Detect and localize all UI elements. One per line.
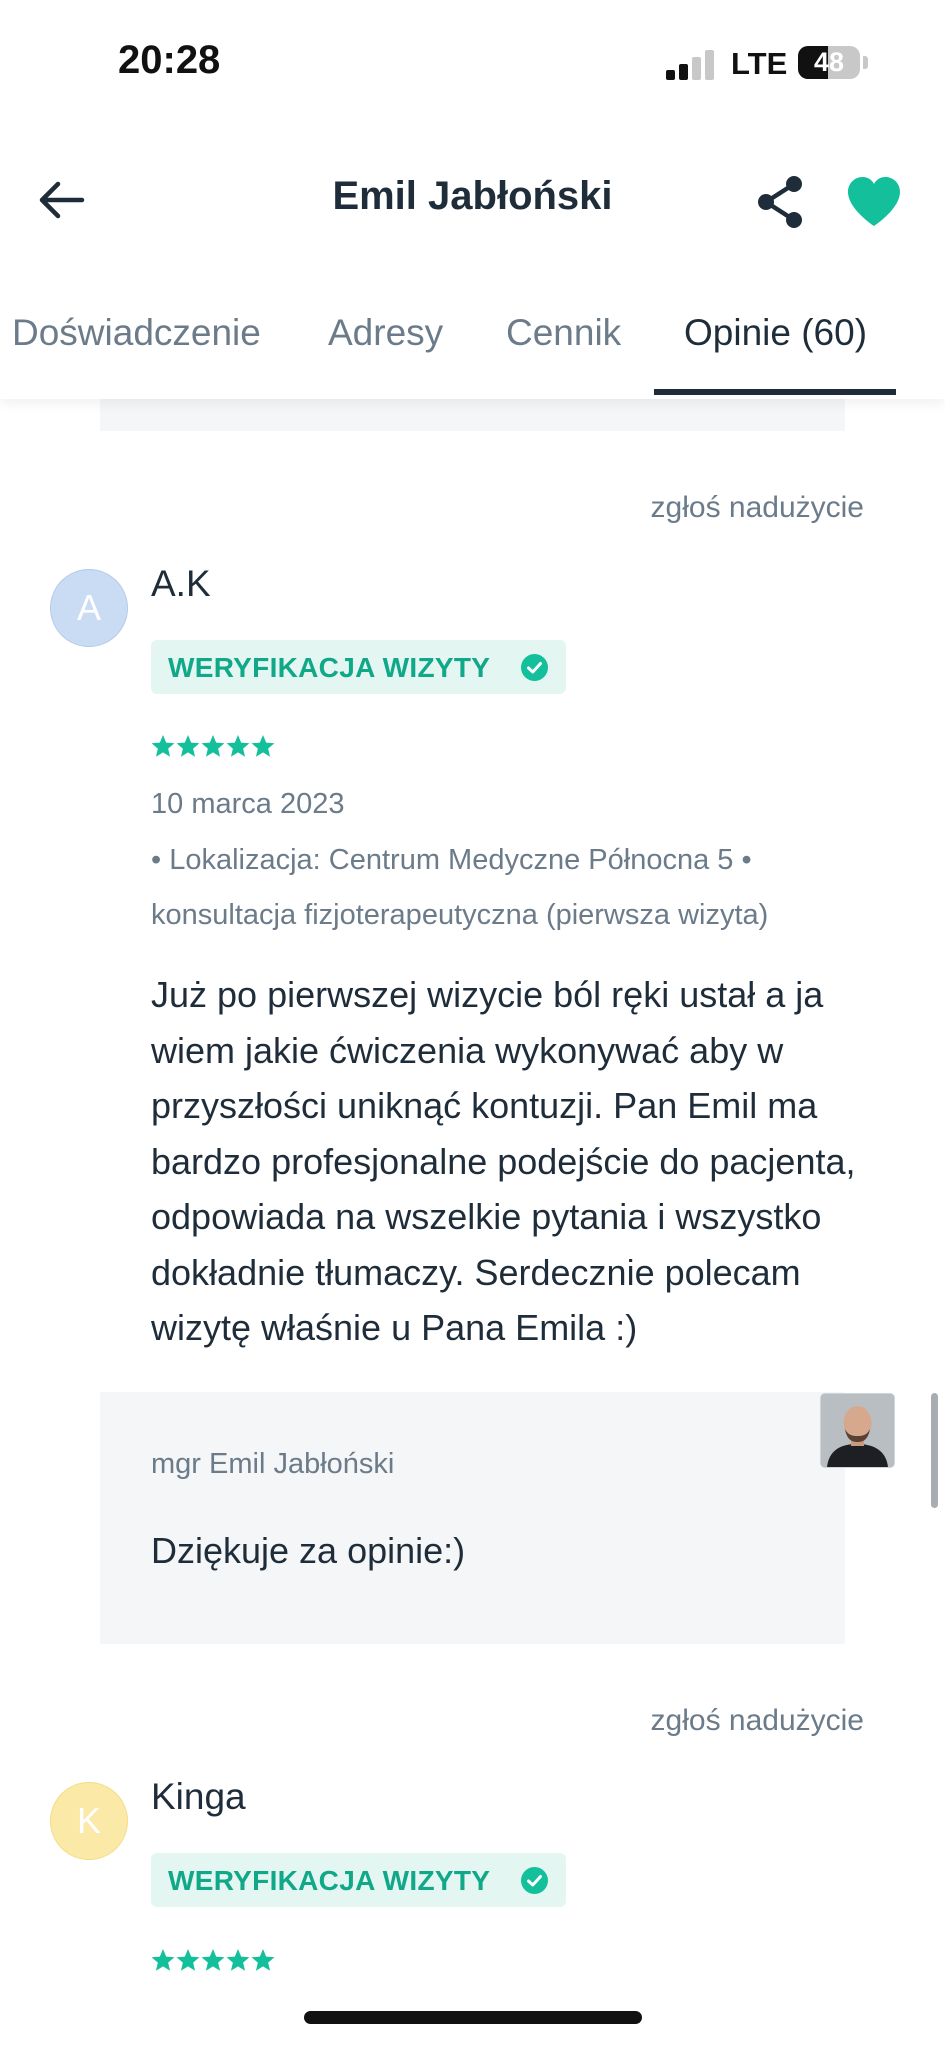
rating-stars	[151, 1949, 275, 1971]
status-bar: 20:28 LTE 48	[0, 0, 945, 130]
star-icon	[151, 735, 175, 757]
tab-adresy[interactable]: Adresy	[328, 312, 443, 354]
rating-stars	[151, 735, 275, 757]
star-icon	[251, 1949, 275, 1971]
star-icon	[226, 735, 250, 757]
check-circle-icon	[521, 1867, 548, 1894]
favorite-heart-icon[interactable]	[846, 176, 902, 228]
home-indicator	[304, 2011, 642, 2024]
signal-icon	[666, 50, 716, 80]
review-text: Już po pierwszej wizycie ból ręki ustał …	[151, 974, 856, 1348]
previous-reply-box	[100, 399, 845, 431]
star-icon	[176, 735, 200, 757]
star-icon	[176, 1949, 200, 1971]
profile-tabs: Doświadczenie Adresy Cennik Opinie (60)	[0, 270, 945, 399]
scrollbar[interactable]	[931, 1393, 938, 1508]
report-abuse-link[interactable]: zgłoś nadużycie	[651, 491, 864, 525]
doctor-reply: mgr Emil Jabłoński Dziękuje za opinie:)	[100, 1392, 845, 1644]
badge-label: WERYFIKACJA WIZYTY	[168, 1865, 491, 1896]
star-icon	[251, 735, 275, 757]
star-icon	[151, 1949, 175, 1971]
doctor-photo-icon	[821, 1394, 894, 1467]
battery-icon: 48	[798, 46, 860, 79]
star-icon	[201, 1949, 225, 1971]
share-icon[interactable]	[752, 174, 808, 230]
badge-label: WERYFIKACJA WIZYTY	[168, 652, 491, 683]
network-type: LTE	[731, 46, 788, 81]
avatar: A	[50, 569, 128, 647]
status-time: 20:28	[118, 38, 221, 82]
battery-tip	[863, 56, 868, 69]
review-meta: • Lokalizacja: Centrum Medyczne Północna…	[151, 844, 769, 931]
star-icon	[201, 735, 225, 757]
active-tab-indicator	[654, 389, 896, 395]
review-author: A.K	[151, 563, 211, 604]
tab-cennik[interactable]: Cennik	[506, 312, 621, 354]
avatar: K	[50, 1782, 128, 1860]
check-circle-icon	[521, 654, 548, 681]
review-author: Kinga	[151, 1776, 246, 1817]
star-icon	[226, 1949, 250, 1971]
verified-visit-badge: WERYFIKACJA WIZYTY	[151, 1853, 566, 1907]
reply-text: Dziękuje za opinie:)	[151, 1530, 466, 1571]
tab-doswiadczenie[interactable]: Doświadczenie	[12, 312, 261, 354]
tab-opinie[interactable]: Opinie (60)	[684, 312, 867, 354]
reply-author: mgr Emil Jabłoński	[151, 1448, 395, 1480]
verified-visit-badge: WERYFIKACJA WIZYTY	[151, 640, 566, 694]
battery-level: 48	[813, 47, 845, 77]
app-header: Emil Jabłoński	[0, 130, 945, 271]
report-abuse-link[interactable]: zgłoś nadużycie	[651, 1704, 864, 1738]
doctor-avatar	[820, 1393, 895, 1468]
review-date: 10 marca 2023	[151, 788, 345, 820]
